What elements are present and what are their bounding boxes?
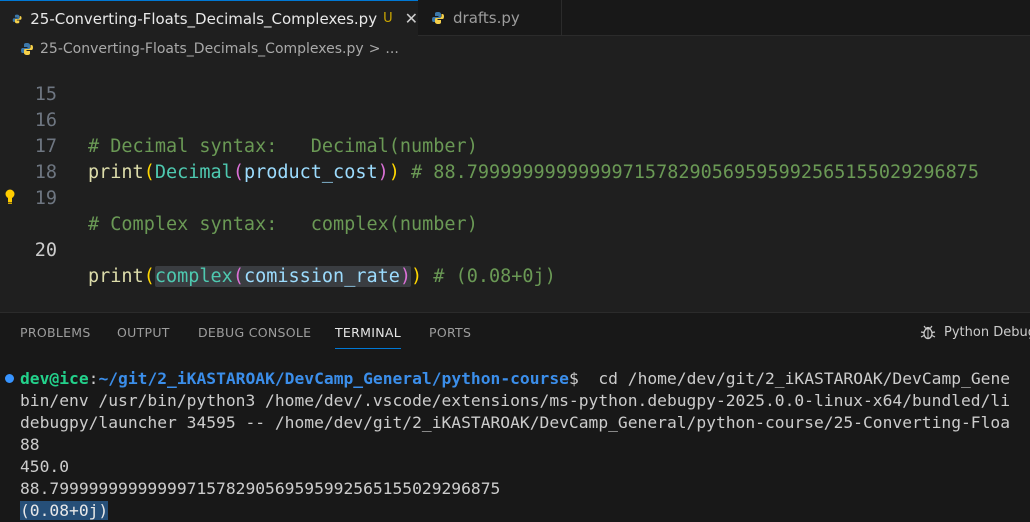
- untracked-badge: U: [383, 11, 393, 26]
- bracket: ): [399, 266, 412, 287]
- code-text: print(complex(comission_rate)) # (0.08+0…: [88, 264, 556, 290]
- breadcrumb-more[interactable]: ...: [385, 41, 398, 57]
- breadcrumb: 25-Converting-Floats_Decimals_Complexes.…: [0, 36, 1030, 62]
- python-debug-terminal[interactable]: Python Debug: [919, 323, 1030, 341]
- terminal-user: dev@ice: [20, 369, 89, 388]
- tab-terminal[interactable]: TERMINAL: [335, 325, 401, 349]
- debug-terminal-label: Python Debug: [944, 324, 1030, 340]
- tab-label: drafts.py: [453, 8, 520, 27]
- terminal-line-selected: (0.08+0j): [20, 500, 109, 522]
- terminal-line: 88.7999999999999971578290569595992565155…: [20, 479, 501, 498]
- bracket: (: [143, 266, 155, 287]
- terminal-line: 88: [20, 435, 40, 454]
- code-line: 18: [0, 134, 1030, 183]
- bracket: ): [411, 266, 423, 287]
- tab-debug-console[interactable]: DEBUG CONSOLE: [198, 325, 311, 340]
- terminal-line: 450.0: [20, 457, 70, 476]
- complex-call: complex: [154, 266, 233, 287]
- tab-ports[interactable]: PORTS: [429, 325, 471, 340]
- tab-problems[interactable]: PROBLEMS: [20, 325, 91, 340]
- editor-tab-bar: 25-Converting-Floats_Decimals_Complexes.…: [0, 0, 1030, 36]
- code-editor[interactable]: 15 16 # Decimal syntax: Decimal(number) …: [0, 62, 1030, 312]
- lightbulb-icon[interactable]: [3, 188, 17, 206]
- code-comment: # Complex syntax: complex(number): [88, 214, 478, 235]
- breadcrumb-file[interactable]: 25-Converting-Floats_Decimals_Complexes.…: [40, 41, 364, 57]
- tab-25-converting[interactable]: 25-Converting-Floats_Decimals_Complexes.…: [0, 0, 418, 36]
- terminal-path: ~/git/2_iKASTAROAK/DevCamp_General/pytho…: [98, 369, 569, 388]
- bug-icon: [920, 325, 936, 340]
- tab-label: 25-Converting-Floats_Decimals_Complexes.…: [30, 9, 378, 28]
- code-comment: # (0.08+0j): [422, 266, 556, 287]
- highlighted-expression: complex(comission_rate): [154, 266, 412, 287]
- terminal-prompt-line: dev@ice:~/git/2_iKASTAROAK/DevCamp_Gener…: [20, 368, 1010, 390]
- tab-drafts[interactable]: drafts.py: [419, 0, 562, 35]
- terminal-command: cd /home/dev/git/2_iKASTAROAK/DevCamp_Ge…: [578, 369, 1011, 388]
- selected-output: (0.08+0j): [20, 501, 109, 520]
- panel-tabs: PROBLEMS OUTPUT DEBUG CONSOLE TERMINAL P…: [0, 313, 1030, 353]
- code-line: 16 # Decimal syntax: Decimal(number): [0, 82, 1030, 157]
- close-tab-icon[interactable]: ✕: [405, 9, 418, 28]
- line-number: 20: [34, 240, 57, 261]
- python-file-icon: [432, 11, 444, 24]
- code-line: 17 print(Decimal(product_cost)) # 88.799…: [0, 108, 1030, 183]
- bracket: (: [232, 266, 244, 287]
- bottom-panel: PROBLEMS OUTPUT DEBUG CONSOLE TERMINAL P…: [0, 312, 1030, 522]
- terminal-prompt: $: [568, 369, 579, 388]
- terminal-line: debugpy/launcher 34595 -- /home/dev/git/…: [20, 413, 1011, 432]
- python-file-icon: [21, 43, 33, 55]
- tab-output[interactable]: OUTPUT: [117, 325, 170, 340]
- chevron-right-icon: >: [368, 41, 381, 57]
- code-line-active: 20 print(complex(comission_rate)) # (0.0…: [0, 186, 1030, 287]
- code-line: 15: [0, 62, 1030, 105]
- variable: comission_rate: [243, 266, 400, 287]
- code-line: 19 # Complex syntax: complex(number): [0, 160, 1030, 235]
- print-call: print: [88, 266, 144, 287]
- terminal-line: bin/env /usr/bin/python3 /home/dev/.vsco…: [20, 391, 1011, 410]
- command-decoration-icon[interactable]: [5, 374, 14, 383]
- terminal-colon: :: [88, 369, 99, 388]
- python-file-icon: [12, 14, 22, 23]
